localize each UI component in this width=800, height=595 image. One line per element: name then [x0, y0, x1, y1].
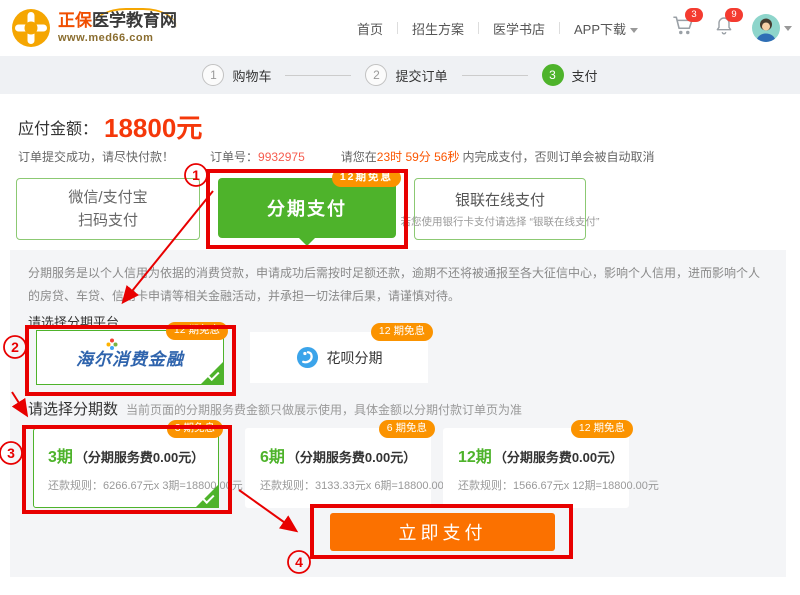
step-number: 2 [365, 64, 387, 86]
period-option-6[interactable]: 6 期免息 6期（分期服务费0.00元） 还款规则：3133.33元x 6期=1… [245, 428, 431, 508]
site-header: 正保医学教育网 www.med66.com 首页 招生方案 医学书店 APP下载 [0, 0, 800, 56]
brand-site-url: www.med66.com [58, 32, 177, 44]
installment-tab-badge: 12期免息 [332, 169, 401, 187]
tab-wechat-alipay[interactable]: 微信/支付宝 扫码支付 [16, 178, 200, 240]
payable-amount-row: 应付金额： 18800元 [18, 108, 202, 145]
step-pay-active: 3 支付 [542, 64, 598, 86]
site-logo[interactable]: 正保医学教育网 www.med66.com [10, 7, 177, 49]
installment-panel: 分期服务是以个人信用为依据的消费贷款，申请成功后需按时足额还款，逾期不还将被通报… [10, 250, 786, 577]
tab-wechat-line2: 扫码支付 [78, 209, 138, 232]
nav-item-home[interactable]: 首页 [343, 19, 397, 38]
period-6-rule: 还款规则：3133.33元x 6期=18800.00元 [260, 477, 430, 493]
pay-now-button[interactable]: 立即支付 [330, 513, 555, 551]
brand-text: 正保医学教育网 www.med66.com [58, 12, 177, 45]
amount-label: 应付金额： [18, 115, 98, 139]
step-label: 支付 [572, 66, 598, 85]
platform-haier-selected[interactable]: 12 期免息 海尔消费金融 [36, 330, 224, 385]
period-6-badge: 6 期免息 [379, 420, 435, 438]
period-option-12[interactable]: 12 期免息 12期（分期服务费0.00元） 还款规则：1566.67元x 12… [443, 428, 629, 508]
countdown-suffix: 内完成支付，否则订单会被自动取消 [462, 148, 654, 165]
nav-item-bookstore[interactable]: 医学书店 [479, 19, 559, 38]
platform-huabei-badge: 12 期免息 [371, 323, 433, 341]
period-section-title: 请选择分期数 [28, 398, 118, 419]
period-section-note: 当前页面的分期服务费金额只做展示使用，具体金额以分期付款订单页为准 [126, 401, 522, 418]
nav-item-enrollment[interactable]: 招生方案 [398, 19, 478, 38]
period-3-rule: 还款规则：6266.67元x 3期=18800.00元 [48, 477, 218, 493]
payment-page: 正保医学教育网 www.med66.com 首页 招生方案 医学书店 APP下载 [0, 0, 800, 595]
top-nav: 首页 招生方案 医学书店 APP下载 [343, 19, 652, 38]
installment-notice: 分期服务是以个人信用为依据的消费贷款，申请成功后需按时足额还款，逾期不还将被通报… [28, 262, 760, 308]
step-label: 提交订单 [395, 66, 447, 85]
step-connector [285, 75, 351, 76]
countdown-prefix: 请您在 [341, 148, 377, 165]
huabei-logo-icon [296, 346, 319, 369]
order-info-row: 订单提交成功，请尽快付款！ 订单号： 9932975 请您在 23时 59分 5… [18, 148, 655, 165]
platform-huabei-name: 花呗分期 [327, 348, 383, 368]
nav-item-app-download[interactable]: APP下载 [560, 19, 652, 38]
tab-union-line1: 银联在线支付 [455, 189, 545, 210]
period-12-badge: 12 期免息 [571, 420, 633, 438]
platform-huabei[interactable]: 12 期免息 花呗分期 [250, 332, 428, 383]
period-3-title: 3期（分期服务费0.00元） [48, 443, 218, 467]
order-no-value: 9932975 [258, 150, 305, 164]
tab-unionpay[interactable]: 银联在线支付 若您使用银行卡支付请选择 “银联在线支付” [414, 178, 586, 240]
selected-tab-pointer [298, 237, 316, 246]
step-cart: 1 购物车 [202, 64, 271, 86]
tab-union-line2: 若您使用银行卡支付请选择 “银联在线支付” [401, 214, 600, 229]
order-no-label: 订单号： [210, 148, 258, 165]
platform-section-title: 请选择分期平台 [28, 312, 119, 331]
tab-installment-label: 分期支付 [267, 195, 347, 221]
notifications-count-badge: 9 [725, 8, 743, 22]
step-number: 1 [202, 64, 224, 86]
tab-wechat-line1: 微信/支付宝 [68, 186, 147, 209]
period-option-3-selected[interactable]: 3 期免息 3期（分期服务费0.00元） 还款规则：6266.67元x 3期=1… [33, 428, 219, 508]
header-right: 首页 招生方案 医学书店 APP下载 3 [343, 14, 792, 42]
step-connector [462, 75, 528, 76]
checkout-steps: 1 购物车 2 提交订单 3 支付 [0, 56, 800, 94]
period-12-rule: 还款规则：1566.67元x 12期=18800.00元 [458, 477, 628, 493]
step-number: 3 [542, 64, 564, 86]
period-section-head: 请选择分期数 当前页面的分期服务费金额只做展示使用，具体金额以分期付款订单页为准 [28, 398, 522, 419]
platform-haier-badge: 12 期免息 [166, 322, 228, 340]
brand-name-primary: 正保 [58, 11, 92, 30]
countdown-timer: 23时 59分 56秒 [377, 148, 460, 165]
brand-logo-icon [10, 7, 52, 49]
avatar [752, 14, 780, 42]
order-submit-tip: 订单提交成功，请尽快付款！ [18, 148, 174, 165]
cart-count-badge: 3 [685, 8, 703, 22]
amount-value: 18800元 [104, 108, 202, 145]
period-3-badge: 3 期免息 [167, 420, 223, 438]
cart-button[interactable]: 3 [672, 15, 694, 41]
haier-consumer-finance-logo: 海尔消费金融 [76, 345, 184, 370]
chevron-down-icon [784, 26, 792, 31]
chevron-down-icon [630, 28, 638, 33]
brand-name-secondary: 医学教育网 [92, 8, 177, 30]
user-menu[interactable] [752, 14, 792, 42]
flower-icon [106, 338, 118, 350]
platform-haier-name: 海尔消费金融 [76, 350, 184, 369]
period-12-title: 12期（分期服务费0.00元） [458, 443, 628, 467]
tab-installment-selected[interactable]: 12期免息 分期支付 [218, 178, 396, 238]
period-6-title: 6期（分期服务费0.00元） [260, 443, 430, 467]
step-submit-order: 2 提交订单 [365, 64, 447, 86]
step-label: 购物车 [232, 66, 271, 85]
payment-method-tabs: 微信/支付宝 扫码支付 12期免息 分期支付 银联在线支付 若您使用银行卡支付请… [16, 178, 586, 240]
notifications-button[interactable]: 9 [714, 15, 734, 41]
